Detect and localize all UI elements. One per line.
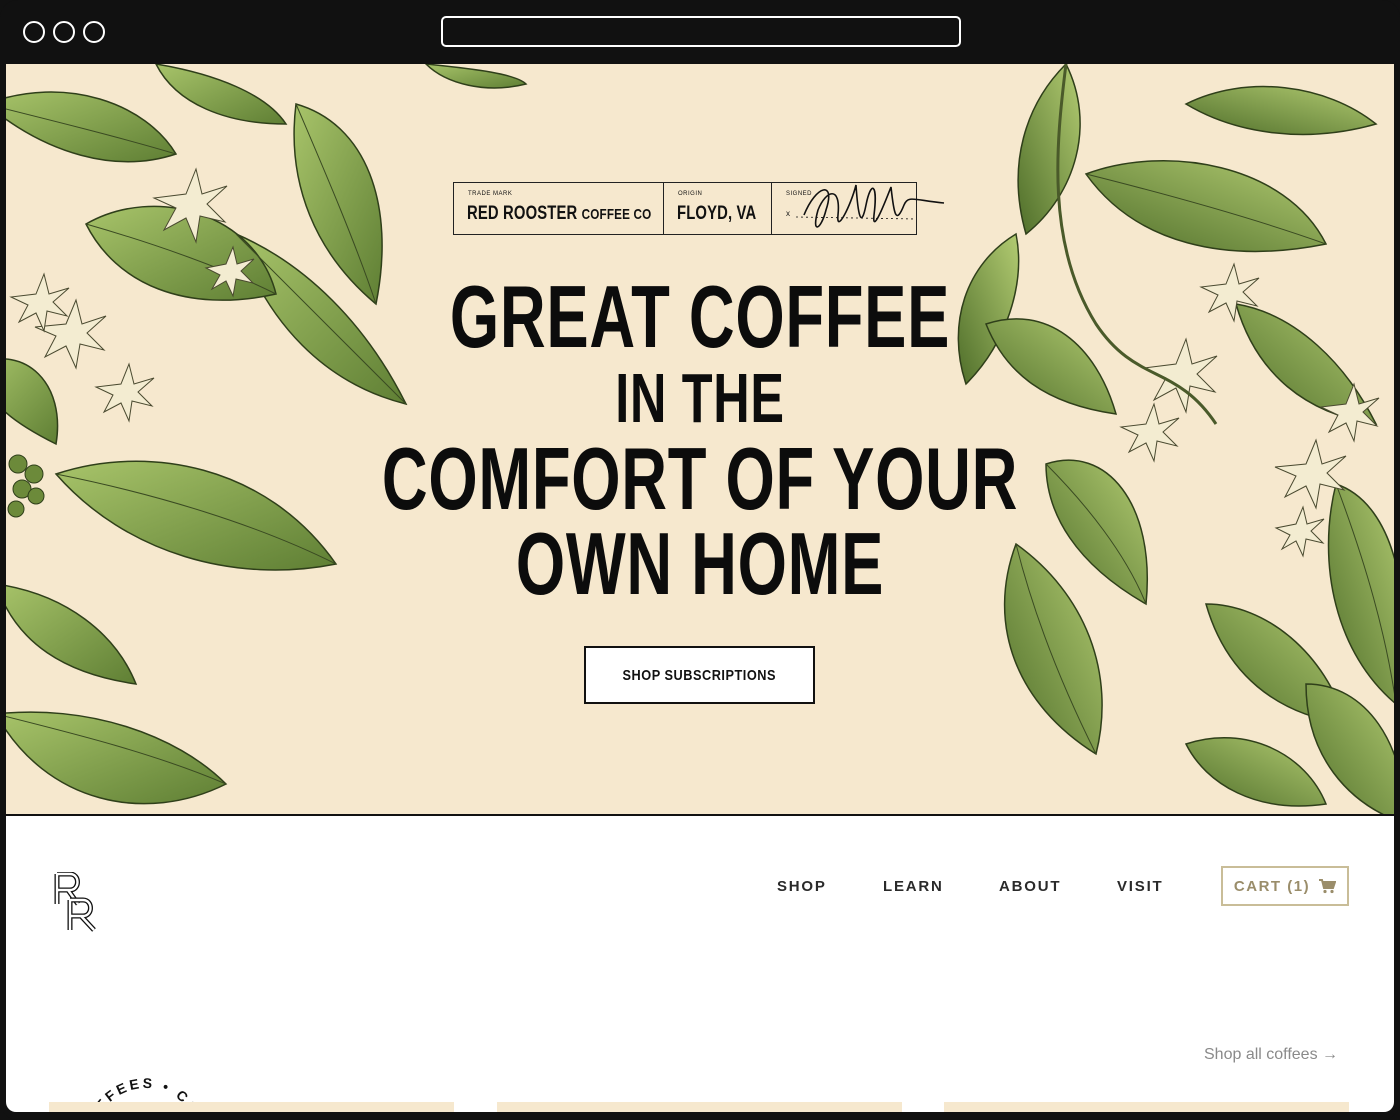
trademark-cell: TRADE MARK RED ROOSTER COFFEE CO	[454, 183, 664, 234]
origin-caption: ORIGIN	[678, 191, 703, 197]
shop-subscriptions-button[interactable]: SHOP SUBSCRIPTIONS	[584, 646, 815, 704]
trademark-caption: TRADE MARK	[468, 191, 513, 197]
shop-all-coffees-link[interactable]: Shop all coffees →	[1204, 1046, 1338, 1064]
signature-icon	[796, 184, 945, 228]
origin-cell: ORIGIN FLOYD, VA	[664, 183, 772, 234]
hero-headline: GREAT COFFEE IN THE COMFORT OF YOUR OWN …	[6, 267, 1394, 613]
hero-section: TRADE MARK RED ROOSTER COFFEE CO ORIGIN …	[6, 64, 1394, 816]
nav-about[interactable]: ABOUT	[999, 878, 1061, 895]
nav-learn[interactable]: LEARN	[883, 878, 944, 895]
page-viewport: TRADE MARK RED ROOSTER COFFEE CO ORIGIN …	[6, 64, 1394, 1112]
nav-shop[interactable]: SHOP	[777, 878, 827, 895]
origin-value: FLOYD, VA	[677, 203, 757, 224]
cart-label: CART (1)	[1233, 877, 1311, 895]
window-minimize-button[interactable]	[53, 21, 75, 43]
cart-icon	[1319, 879, 1337, 894]
window-close-button[interactable]	[23, 21, 45, 43]
nav-visit[interactable]: VISIT	[1117, 878, 1164, 895]
browser-titlebar	[0, 0, 1400, 62]
address-bar[interactable]	[441, 16, 961, 47]
product-card[interactable]	[497, 1102, 902, 1112]
brand-main: RED ROOSTER	[467, 203, 578, 224]
brand-name: RED ROOSTER COFFEE CO	[467, 203, 651, 225]
brand-small: COFFEE CO	[581, 206, 652, 223]
window-maximize-button[interactable]	[83, 21, 105, 43]
signed-x: x	[786, 209, 790, 218]
signed-cell: SIGNED x	[772, 183, 945, 234]
shop-subscriptions-label: SHOP SUBSCRIPTIONS	[622, 666, 777, 684]
trademark-label: TRADE MARK RED ROOSTER COFFEE CO ORIGIN …	[453, 182, 945, 235]
headline-line-4: OWN HOME	[515, 514, 885, 613]
headline-line-2: IN THE	[615, 359, 785, 437]
logo-rr-icon[interactable]	[54, 872, 100, 932]
headline-line-1: GREAT COFFEE	[449, 267, 951, 366]
product-card[interactable]	[944, 1102, 1349, 1112]
browser-window: TRADE MARK RED ROOSTER COFFEE CO ORIGIN …	[0, 0, 1400, 1120]
product-card[interactable]	[49, 1102, 454, 1112]
cart-button[interactable]: CART (1)	[1221, 866, 1349, 906]
headline-line-3: COMFORT OF YOUR	[381, 429, 1019, 528]
